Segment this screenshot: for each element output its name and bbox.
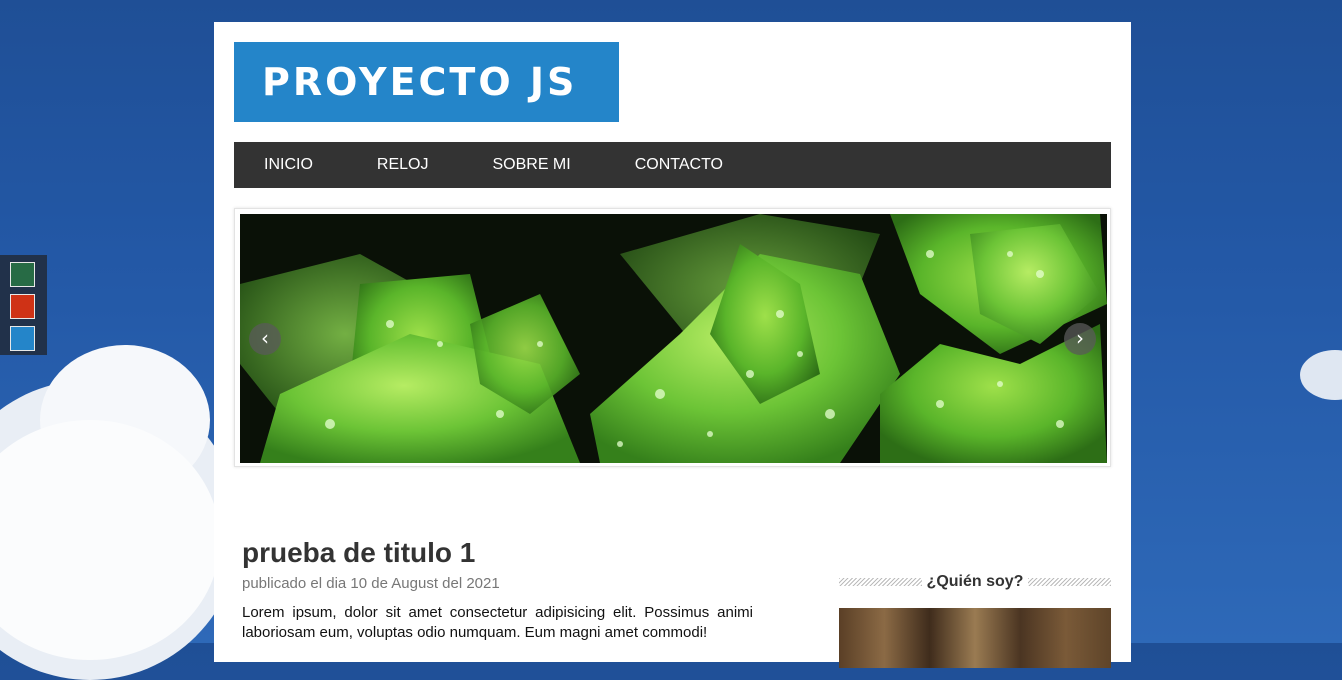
nav-item-contacto[interactable]: CONTACTO <box>635 156 723 174</box>
nav-item-reloj[interactable]: RELOJ <box>377 156 429 174</box>
nav-item-inicio[interactable]: INICIO <box>264 156 313 174</box>
slide-image-leaves <box>240 214 1107 463</box>
leaves-illustration <box>240 214 1107 463</box>
chevron-left-icon: ‹ <box>261 326 269 350</box>
theme-switcher <box>0 255 47 355</box>
heading-stripes-right <box>1028 578 1111 586</box>
theme-swatch-blue[interactable] <box>10 326 35 351</box>
post-excerpt: Lorem ipsum, dolor sit amet consectetur … <box>242 604 753 641</box>
sidebar-heading-title: ¿Quién soy? <box>926 573 1024 590</box>
theme-swatch-green[interactable] <box>10 262 35 287</box>
sidebar-heading: ¿Quién soy? <box>839 571 1111 593</box>
theme-swatch-red[interactable] <box>10 294 35 319</box>
chevron-right-icon: › <box>1076 326 1084 350</box>
page-container: PROYECTO JS INICIO RELOJ SOBRE MI CONTAC… <box>214 22 1131 668</box>
main-nav: INICIO RELOJ SOBRE MI CONTACTO <box>234 142 1111 188</box>
sidebar-profile-image <box>839 608 1111 668</box>
post-date: publicado el dia 10 de August del 2021 <box>242 575 500 592</box>
slider-prev-button[interactable]: ‹ <box>249 323 281 355</box>
post-title[interactable]: prueba de titulo 1 <box>242 537 475 569</box>
site-logo[interactable]: PROYECTO JS <box>234 42 619 122</box>
nav-item-sobre-mi[interactable]: SOBRE MI <box>492 156 570 174</box>
image-slider: ‹ › <box>234 208 1111 467</box>
slider-next-button[interactable]: › <box>1064 323 1096 355</box>
heading-stripes-left <box>839 578 922 586</box>
